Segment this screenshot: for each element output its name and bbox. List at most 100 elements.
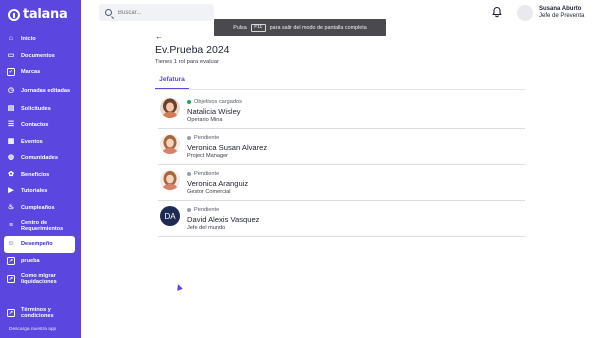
home-icon: ⌂ xyxy=(8,35,14,43)
sidebar-item-label: Solicitudes xyxy=(21,105,51,112)
sidebar-item-beneficios[interactable]: ✿ Beneficios xyxy=(4,167,75,184)
list-item[interactable]: Pendiente Veronica Aranguiz Gestor Comer… xyxy=(158,165,525,201)
status-text: Pendiente xyxy=(194,207,220,213)
page-subtitle: Tienes 1 rol para evaluar xyxy=(155,59,219,65)
sidebar-item-label: Marcas xyxy=(21,69,41,76)
search-input[interactable] xyxy=(118,9,208,16)
tab-jefatura[interactable]: Jefatura xyxy=(155,73,189,89)
search-icon xyxy=(105,9,112,16)
toast-key: F11 xyxy=(250,23,266,32)
status-badge: Pendiente xyxy=(187,171,219,177)
page-title: Ev.Prueba 2024 xyxy=(155,44,230,56)
sidebar-item-label: Inicio xyxy=(21,36,36,43)
sidebar-item-desempeno[interactable]: ☺ Desempeño xyxy=(4,236,75,253)
mouse-cursor-icon xyxy=(175,283,183,291)
external-link-icon: ↗ xyxy=(7,309,15,317)
download-app-link[interactable]: Descarga nuestra app xyxy=(9,327,56,332)
sidebar-item-centro-de-requerimientos[interactable]: ≡ Centro de Requerimientos xyxy=(4,216,75,236)
status-dot-icon xyxy=(187,136,191,140)
inbox-icon: ▤ xyxy=(7,104,15,112)
gift-icon: ✿ xyxy=(8,170,14,178)
cake-icon: ♨ xyxy=(7,203,15,211)
fullscreen-toast: Pulsa F11 para salir del modo de pantall… xyxy=(214,19,386,36)
sidebar-item-inicio[interactable]: ⌂ Inicio xyxy=(4,31,75,48)
toast-text-after: para salir del modo de pantalla completa xyxy=(269,24,367,31)
list-item[interactable]: DA Pendiente David Alexis Vasquez Jefe d… xyxy=(158,201,525,237)
user-avatar[interactable] xyxy=(517,5,533,21)
sidebar-item-prueba[interactable]: ↗ prueba xyxy=(4,253,75,270)
sidebar: talana ⌂ Inicio ▭ Documentos ✓ Marcas ◷ Jorn… xyxy=(0,0,81,338)
status-text: Objetivos cargados xyxy=(194,99,242,105)
calendar-icon: ▦ xyxy=(7,137,15,145)
person-role: Operario Mina xyxy=(187,117,223,123)
list-item[interactable]: Objetivos cargados Natalicia Wisley Oper… xyxy=(158,93,525,129)
status-badge: Objetivos cargados xyxy=(187,99,242,105)
sidebar-item-solicitudes[interactable]: ▤ Solicitudes xyxy=(4,101,75,118)
sidebar-nav: ⌂ Inicio ▭ Documentos ✓ Marcas ◷ Jornadas ed… xyxy=(4,31,75,289)
logo-icon xyxy=(8,8,20,21)
sidebar-item-label: prueba xyxy=(21,257,40,264)
person-role: Gestor Comercial xyxy=(187,189,231,195)
sidebar-item-label: Jornadas editadas xyxy=(21,87,71,94)
person-name: Veronica Susan Alvarez xyxy=(187,143,268,152)
status-badge: Pendiente xyxy=(187,135,219,141)
play-icon: ▶ xyxy=(8,187,14,195)
status-text: Pendiente xyxy=(194,135,220,141)
toast-text-before: Pulsa xyxy=(233,24,247,31)
sidebar-item-label: Tutoriales xyxy=(21,188,48,195)
status-dot-icon xyxy=(187,100,191,104)
sidebar-item-label: Cumpleaños xyxy=(21,204,55,211)
sidebar-item-como-migrar-liquidaciones[interactable]: ↗ Como migrar liquidaciones xyxy=(4,269,75,289)
sidebar-item-jornadas-editadas[interactable]: ◷ Jornadas editadas xyxy=(4,81,75,101)
sidebar-item-contactos[interactable]: ☰ Contactos xyxy=(4,117,75,134)
person-role: Jefe del mundo xyxy=(187,225,226,231)
status-dot-icon xyxy=(187,208,191,212)
chat-icon: ◍ xyxy=(7,154,15,162)
sidebar-item-comunidades[interactable]: ◍ Comunidades xyxy=(4,150,75,167)
sidebar-item-label: Términos y condiciones xyxy=(21,307,54,319)
status-text: Pendiente xyxy=(194,171,220,177)
sidebar-item-label: Beneficios xyxy=(21,171,50,178)
sidebar-item-tutoriales[interactable]: ▶ Tutoriales xyxy=(4,183,75,200)
people-icon: ☺ xyxy=(7,240,15,248)
bell-icon[interactable] xyxy=(491,6,503,18)
external-link-icon: ↗ xyxy=(7,256,15,265)
sidebar-item-label: Centro de Requerimientos xyxy=(21,220,64,232)
app-root: talana ⌂ Inicio ▭ Documentos ✓ Marcas ◷ Jorn… xyxy=(0,0,600,338)
avatar xyxy=(160,98,180,118)
sidebar-item-label: Comunidades xyxy=(21,155,58,162)
sidebar-item-cumpleanos[interactable]: ♨ Cumpleaños xyxy=(4,200,75,217)
back-arrow-icon[interactable]: ← xyxy=(155,32,163,41)
list-item[interactable]: Pendiente Veronica Susan Alvarez Project… xyxy=(158,129,525,165)
folder-icon: ▭ xyxy=(7,51,15,59)
user-name[interactable]: Susana Aburto xyxy=(539,6,581,12)
checkbox-icon: ✓ xyxy=(7,68,15,77)
sidebar-item-label: Desempeño xyxy=(21,241,53,248)
external-link-icon: ↗ xyxy=(7,275,15,283)
sidebar-footer: ↗ Términos y condiciones xyxy=(4,303,75,323)
avatar xyxy=(160,134,180,154)
sidebar-item-label: Eventos xyxy=(21,138,43,145)
logo-text: talana xyxy=(23,7,68,22)
user-role: Jefe de Preventa xyxy=(539,13,585,19)
sidebar-item-label: Documentos xyxy=(21,52,55,59)
sidebar-item-label: Contactos xyxy=(21,122,49,129)
sidebar-item-eventos[interactable]: ▦ Eventos xyxy=(4,134,75,151)
search-box[interactable] xyxy=(99,4,214,21)
status-badge: Pendiente xyxy=(187,207,219,213)
sidebar-item-terminos[interactable]: ↗ Términos y condiciones xyxy=(4,303,75,323)
evaluation-list: Objetivos cargados Natalicia Wisley Oper… xyxy=(158,93,525,237)
sidebar-item-marcas[interactable]: ✓ Marcas xyxy=(4,64,75,81)
sidebar-item-documentos[interactable]: ▭ Documentos xyxy=(4,48,75,65)
contacts-icon: ☰ xyxy=(7,121,15,129)
talana-logo[interactable]: talana xyxy=(8,7,68,22)
avatar xyxy=(160,170,180,190)
sidebar-item-label: Como migrar liquidaciones xyxy=(21,273,57,285)
person-name: Veronica Aranguiz xyxy=(187,179,249,188)
status-dot-icon xyxy=(187,172,191,176)
clock-icon: ◷ xyxy=(7,86,15,94)
person-role: Project Manager xyxy=(187,153,229,159)
list-icon: ≡ xyxy=(8,222,14,229)
person-name: David Alexis Vasquez xyxy=(187,215,260,224)
person-name: Natalicia Wisley xyxy=(187,107,241,116)
